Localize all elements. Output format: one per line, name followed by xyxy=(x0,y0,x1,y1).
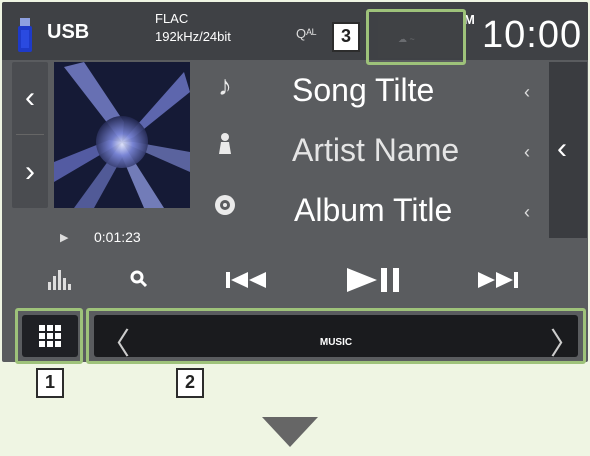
chevron-left-icon[interactable]: ‹ xyxy=(524,82,530,103)
chevron-left-icon[interactable]: ‹ xyxy=(557,132,567,166)
play-status-icon: ▶ xyxy=(60,232,69,244)
audio-format: FLAC 192kHz/24bit xyxy=(155,10,231,46)
callout-label-1: 1 xyxy=(36,368,64,398)
artist-icon xyxy=(210,132,240,159)
right-side-panel[interactable]: ‹ xyxy=(549,62,587,238)
left-side-panel: ‹ › xyxy=(12,62,48,208)
audio-indicator: Qᴬᴸ xyxy=(296,26,317,41)
usb-drive-icon xyxy=(18,18,32,52)
chevron-left-icon[interactable]: ‹ xyxy=(524,142,530,163)
next-track-icon[interactable] xyxy=(468,258,528,302)
callout-label-3: 3 xyxy=(332,22,360,52)
artist-name: Artist Name xyxy=(292,132,460,168)
callout-label-2: 2 xyxy=(176,368,204,398)
chevron-left-icon[interactable]: ‹ xyxy=(524,202,530,223)
divider xyxy=(16,134,44,135)
search-icon[interactable] xyxy=(124,258,154,302)
callout-frame-2 xyxy=(86,308,586,364)
format-codec: FLAC xyxy=(155,11,189,26)
album-title: Album Title xyxy=(294,192,453,228)
album-artwork[interactable] xyxy=(54,62,190,208)
equalizer-icon[interactable] xyxy=(44,258,76,302)
music-note-icon: ♪ xyxy=(218,70,232,101)
track-title: Song Tilte xyxy=(292,72,435,108)
callout-frame-1 xyxy=(15,308,83,364)
play-pause-icon[interactable] xyxy=(338,258,408,302)
elapsed-time: 0:01:23 xyxy=(94,229,141,245)
status-bar: USB FLAC 192kHz/24bit Qᴬᴸ ☁ ~ M 10:00 xyxy=(2,2,588,60)
artwork-image xyxy=(54,62,190,208)
clock: 10:00 xyxy=(482,14,583,56)
down-arrow-icon xyxy=(262,417,318,447)
callout-frame-3 xyxy=(366,9,466,65)
chevron-right-icon[interactable]: › xyxy=(12,136,48,208)
chevron-left-icon[interactable]: ‹ xyxy=(12,62,48,134)
source-label: USB xyxy=(47,21,90,43)
format-rate: 192kHz/24bit xyxy=(155,29,231,44)
disc-icon xyxy=(210,194,240,221)
previous-track-icon[interactable] xyxy=(216,258,276,302)
